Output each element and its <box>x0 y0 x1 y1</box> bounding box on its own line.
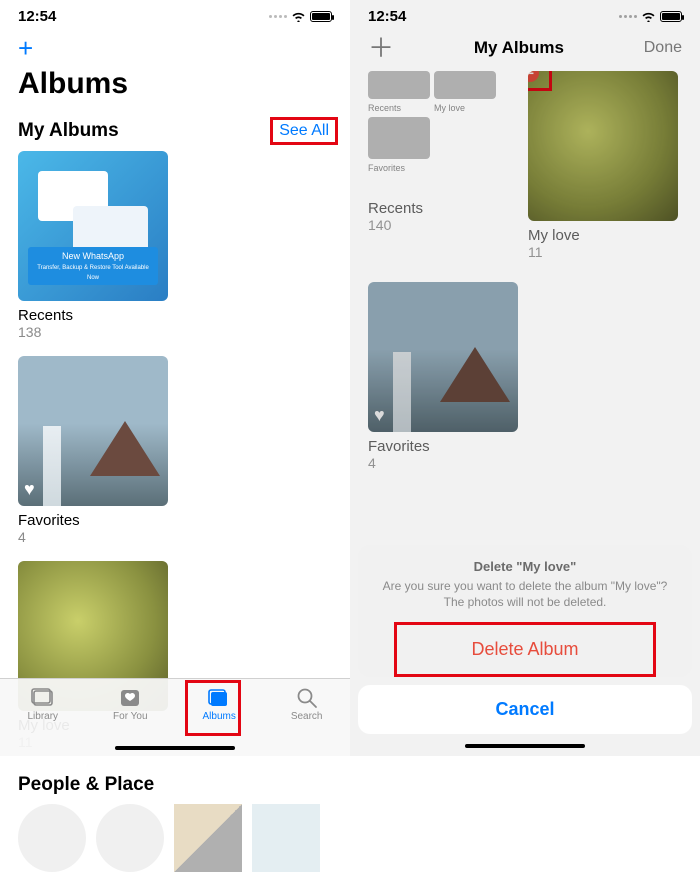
album-title: Recents <box>18 307 168 324</box>
album-title: My love <box>528 227 678 244</box>
clock: 12:54 <box>18 8 56 25</box>
nav-bar: + <box>0 25 350 67</box>
for-you-icon <box>119 688 141 708</box>
delete-album-button[interactable]: Delete Album <box>397 625 653 674</box>
album-my-love-editing[interactable]: − My love 11 <box>528 71 678 260</box>
person-avatar[interactable] <box>96 804 164 872</box>
album-count: 138 <box>18 324 168 340</box>
people-places-row <box>0 804 350 872</box>
sheet-title: Delete "My love" <box>378 559 672 574</box>
add-album-button[interactable]: + <box>18 35 33 61</box>
mini-label: Favorites <box>368 163 430 173</box>
cellular-icon <box>269 15 287 18</box>
my-albums-heading: My Albums <box>18 120 119 142</box>
tab-search[interactable]: Search <box>291 687 323 722</box>
album-count: 140 <box>368 217 518 233</box>
wifi-icon <box>641 11 656 22</box>
cellular-icon <box>619 15 637 18</box>
battery-icon <box>660 11 682 22</box>
clock: 12:54 <box>368 8 406 25</box>
my-albums-header: My Albums See All <box>0 111 350 151</box>
sheet-message: Are you sure you want to delete the albu… <box>378 578 672 610</box>
nav-title: My Albums <box>474 38 564 58</box>
action-sheet: Delete "My love" Are you sure you want t… <box>350 545 700 756</box>
status-bar: 12:54 <box>0 0 350 25</box>
album-title: Favorites <box>18 512 168 529</box>
page-title: Albums <box>0 67 350 111</box>
highlight-see-all: See All <box>270 117 338 145</box>
tab-label: Library <box>27 711 58 722</box>
album-recents[interactable]: New WhatsAppTransfer, Backup & Restore T… <box>18 151 168 340</box>
edit-albums-grid: Recents My love Favorites − My love 11 <box>350 67 700 274</box>
heart-icon: ♥ <box>374 405 385 426</box>
status-bar: 12:54 <box>350 0 700 25</box>
battery-icon <box>310 11 332 22</box>
album-title: Favorites <box>368 438 682 455</box>
heart-icon: ♥ <box>24 479 35 500</box>
sheet-header: Delete "My love" Are you sure you want t… <box>358 545 692 622</box>
done-button[interactable]: Done <box>644 39 682 57</box>
search-icon <box>296 687 318 709</box>
wifi-icon <box>291 11 306 22</box>
album-thumb: New WhatsAppTransfer, Backup & Restore T… <box>18 151 168 301</box>
add-album-button[interactable]: ＋ <box>368 35 394 61</box>
mini-album-recents[interactable] <box>368 71 430 99</box>
places-thumb[interactable] <box>252 804 320 872</box>
albums-screen: 12:54 + Albums My Albums See All New Wha… <box>0 0 350 756</box>
status-icons <box>619 11 682 22</box>
album-favorites-large[interactable]: ♥ Favorites 4 <box>350 274 700 471</box>
album-title: Recents <box>368 200 518 217</box>
album-recents-large[interactable]: Recents 140 <box>368 194 518 274</box>
highlight-albums-tab <box>185 680 241 736</box>
home-indicator[interactable] <box>115 746 235 750</box>
highlight-delete-album: Delete Album <box>394 622 656 677</box>
tab-label: For You <box>113 711 147 722</box>
tab-bar: Library For You Albums Search <box>0 678 350 756</box>
cancel-button[interactable]: Cancel <box>358 685 692 734</box>
mini-album-my-love[interactable] <box>434 71 496 99</box>
album-thumb: ♥ <box>368 282 518 432</box>
mini-label: Recents <box>368 103 430 113</box>
album-thumb: ♥ <box>18 356 168 506</box>
tab-library[interactable]: Library <box>27 687 58 722</box>
highlight-delete-badge <box>528 71 552 91</box>
home-indicator[interactable] <box>465 744 585 748</box>
album-favorites[interactable]: ♥ Favorites 4 <box>18 356 168 545</box>
status-icons <box>269 11 332 22</box>
album-thumb: − <box>528 71 678 221</box>
tab-for-you[interactable]: For You <box>113 687 147 722</box>
edit-albums-screen: 12:54 ＋ My Albums Done Recents <box>350 0 700 756</box>
library-icon <box>31 688 55 708</box>
tab-label: Search <box>291 711 323 722</box>
see-all-link[interactable]: See All <box>279 122 329 139</box>
album-count: 4 <box>368 455 682 471</box>
album-count: 4 <box>18 529 168 545</box>
albums-grid: New WhatsAppTransfer, Backup & Restore T… <box>0 151 350 750</box>
people-places-heading: People & Place <box>0 750 350 804</box>
places-thumb[interactable] <box>174 804 242 872</box>
person-avatar[interactable] <box>18 804 86 872</box>
mini-album-favorites[interactable] <box>368 117 430 159</box>
nav-bar: ＋ My Albums Done <box>350 25 700 67</box>
album-count: 11 <box>528 244 678 260</box>
